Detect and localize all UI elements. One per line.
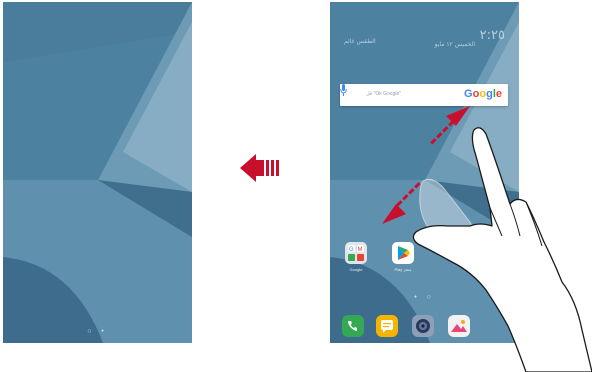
- wallpaper-left: [3, 2, 192, 343]
- page-indicator: ○ •: [87, 328, 108, 335]
- swipe-left-arrow-icon: [240, 154, 279, 182]
- home-screen-left: ○ •: [3, 2, 192, 343]
- hand-swipe-gesture-icon: [382, 106, 592, 372]
